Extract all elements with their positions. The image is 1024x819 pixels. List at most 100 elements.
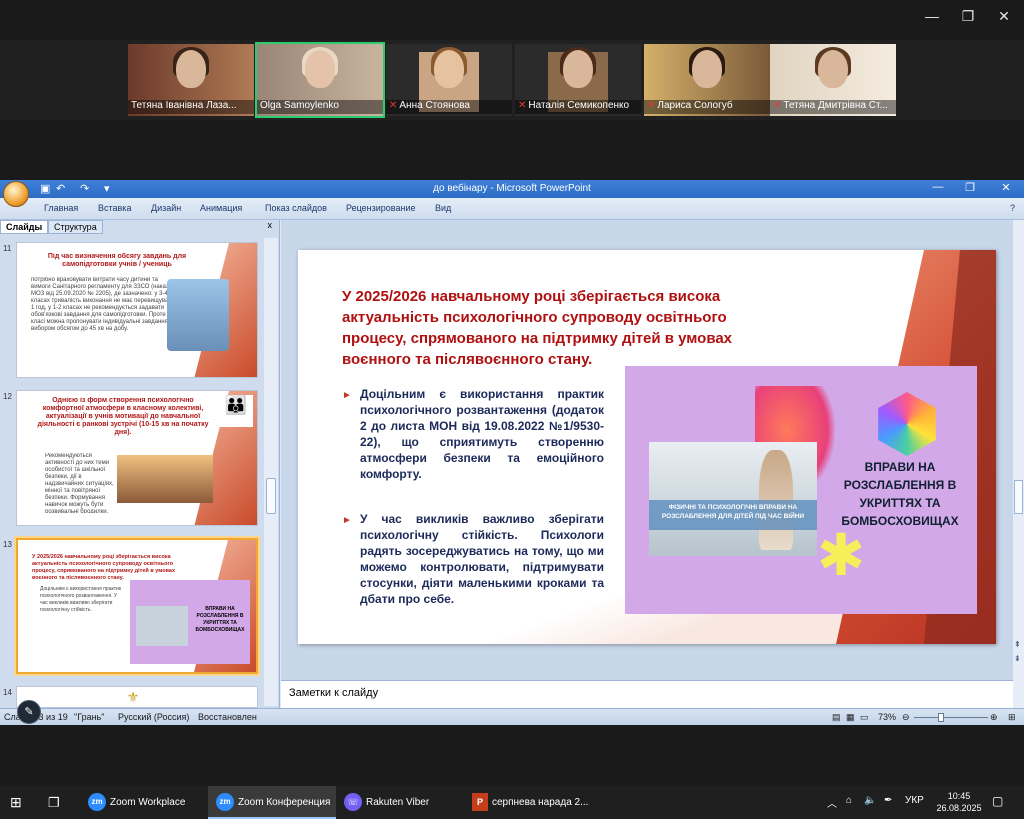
thumbnail-image [117, 455, 213, 503]
keyboard-language[interactable]: УКР [905, 795, 924, 806]
image-caption: ФІЗИЧНІ ТА ПСИХОЛОГІЧНІ ВПРАВИ НА РОЗСЛА… [649, 500, 817, 530]
zoom-in-icon[interactable]: ⊕ [990, 712, 998, 723]
slide-number: 11 [3, 244, 12, 253]
scroll-thumb[interactable] [266, 478, 276, 514]
network-icon[interactable]: ⌂ [846, 795, 852, 806]
viber-icon: ☏ [344, 793, 362, 812]
minimize-button[interactable]: — [928, 181, 948, 197]
participant-tile[interactable]: ✕ Анна Стоянова [386, 44, 512, 116]
photo: ФІЗИЧНІ ТА ПСИХОЛОГІЧНІ ВПРАВИ НА РОЗСЛА… [649, 442, 817, 556]
scroll-thumb[interactable] [1014, 480, 1023, 514]
ppt-title-bar: ▣ ↶ ↷ ▾ до вебінару - Microsoft PowerPoi… [0, 180, 1024, 207]
zoom-out-icon[interactable]: ⊖ [902, 712, 910, 723]
clock[interactable]: 10:45 26.08.2025 [935, 790, 983, 814]
participant-tile-active[interactable]: Olga Samoylenko [255, 42, 385, 118]
recovery-status: Восстановлен [198, 712, 257, 722]
view-sorter-icon[interactable]: ▦ [846, 712, 855, 723]
notes-placeholder: Заметки к слайду [289, 687, 379, 699]
tab-design[interactable]: Дизайн [151, 203, 181, 213]
avatar [692, 50, 722, 88]
muted-mic-icon: ✕ [518, 100, 527, 111]
slides-scrollbar[interactable] [264, 238, 278, 706]
next-slide-icon[interactable]: ⇟ [1014, 654, 1021, 663]
slide-thumbnail-current[interactable]: У 2025/2026 навчальному році зберігаєтьс… [16, 538, 258, 674]
tab-slideshow[interactable]: Показ слайдов [265, 203, 327, 213]
language-indicator[interactable]: Русский (Россия) [118, 712, 189, 722]
slide-bullet-1[interactable]: Доцільним є використання практик психоло… [360, 386, 604, 482]
zoom-slider-thumb[interactable] [938, 713, 944, 722]
editor-scrollbar[interactable]: ⇞ ⇟ [1013, 220, 1024, 708]
participant-tile[interactable]: Тетяна Іванівна Лаза... [128, 44, 254, 116]
task-view-icon[interactable]: ❐ [48, 786, 68, 819]
slide-thumbnail[interactable]: Під час визначення обсягу завдань для са… [16, 242, 258, 378]
help-icon[interactable]: ? [1010, 203, 1015, 213]
participant-tile[interactable]: ✕ Тетяна Дмитрівна Ст... [770, 44, 896, 116]
star-flower-icon: ✱ [816, 523, 866, 588]
participant-name-row: ✕ Наталія Семикопенко [515, 100, 641, 114]
participant-name: Olga Samoylenko [257, 100, 383, 114]
image-title: ВПРАВИ НА РОЗСЛАБЛЕННЯ В УКРИТТЯХ ТА БОМ… [841, 460, 959, 528]
slide-number: 14 [3, 688, 12, 697]
slide-thumbnail[interactable]: ⚜ [16, 686, 258, 708]
zoom-level[interactable]: 73% [878, 712, 896, 722]
current-slide: У 2025/2026 навчальному році зберігаєтьс… [298, 250, 996, 644]
avatar [305, 50, 335, 88]
tab-home[interactable]: Главная [44, 203, 78, 213]
participant-tile[interactable]: ✕ Лариса Сологуб [644, 44, 770, 116]
powerpoint-window: ▣ ↶ ↷ ▾ до вебінару - Microsoft PowerPoi… [0, 180, 1024, 725]
view-slideshow-icon[interactable]: ▭ [860, 712, 869, 723]
taskbar-app-viber[interactable]: ☏ Rakuten Viber [338, 786, 462, 819]
chevron-up-icon[interactable]: ︿ [827, 795, 837, 810]
close-pane-icon[interactable]: x [268, 220, 273, 230]
restore-button[interactable]: ❐ [954, 6, 982, 26]
slide-title[interactable]: У 2025/2026 навчальному році зберігаєтьс… [342, 286, 782, 370]
participant-name-row: ✕ Анна Стоянова [386, 100, 512, 114]
zoom-app-icon: zm [216, 793, 234, 812]
tab-outline[interactable]: Структура [48, 220, 103, 234]
bullet-icon: ► [342, 390, 352, 401]
taskbar-app-zoom-workplace[interactable]: zm Zoom Workplace [82, 786, 204, 819]
pane-tabs: Слайды Структура x [0, 220, 280, 234]
people-icon: 👪 [219, 395, 253, 427]
thumbnail-image: ВПРАВИ НА РОЗСЛАБЛЕННЯ В УКРИТТЯХ ТА БОМ… [130, 580, 250, 664]
taskbar-app-zoom-meeting[interactable]: zm Zoom Конференция [208, 786, 336, 819]
start-windows-icon[interactable]: ⊞ [10, 786, 30, 819]
notification-icon[interactable]: ▢ [992, 794, 1003, 808]
slide-image[interactable]: ФІЗИЧНІ ТА ПСИХОЛОГІЧНІ ВПРАВИ НА РОЗСЛА… [625, 366, 977, 614]
slides-pane: Слайды Структура x 11 Під час визначення… [0, 220, 280, 708]
avatar [818, 50, 848, 88]
office-button[interactable] [3, 181, 29, 207]
window-title: до вебінару - Microsoft PowerPoint [433, 183, 591, 194]
slide-number: 12 [3, 392, 12, 401]
view-normal-icon[interactable]: ▤ [832, 712, 841, 723]
volume-icon[interactable]: 🔈 [864, 795, 876, 806]
prev-slide-icon[interactable]: ⇞ [1014, 640, 1021, 649]
minimize-button[interactable]: — [918, 6, 946, 26]
slide-thumbnail[interactable]: Однією із форм створення психологічно ко… [16, 390, 258, 526]
annotate-pen-icon[interactable]: ✎ [17, 700, 41, 724]
notes-pane[interactable]: Заметки к слайду [281, 680, 1013, 708]
participant-name: Тетяна Іванівна Лаза... [128, 100, 254, 114]
restore-button[interactable]: ❐ [960, 181, 980, 197]
fit-to-window-icon[interactable]: ⊞ [1008, 712, 1016, 723]
zoom-slider[interactable] [914, 717, 988, 718]
tab-view[interactable]: Вид [435, 203, 451, 213]
muted-mic-icon: ✕ [773, 100, 782, 111]
taskbar-app-powerpoint[interactable]: Pсерпнева нарада 2... [466, 786, 590, 819]
tab-slides[interactable]: Слайды [0, 220, 49, 234]
participant-name-row: ✕ Лариса Сологуб [644, 100, 770, 114]
tab-review[interactable]: Рецензирование [346, 203, 416, 213]
tab-insert[interactable]: Вставка [98, 203, 131, 213]
slide-editor: У 2025/2026 навчальному році зберігаєтьс… [281, 220, 1013, 680]
participant-gallery: Тетяна Іванівна Лаза... Olga Samoylenko … [0, 40, 1024, 120]
close-button[interactable]: ✕ [996, 181, 1016, 197]
participant-tile[interactable]: ✕ Наталія Семикопенко [515, 44, 641, 116]
muted-mic-icon: ✕ [647, 100, 656, 111]
ribbon-tabs: Главная Вставка Дизайн Анимация Показ сл… [0, 198, 1024, 220]
theme-name: "Грань" [74, 712, 105, 722]
avatar [563, 50, 593, 88]
pen-icon[interactable]: ✒ [884, 795, 892, 806]
tab-animation[interactable]: Анимация [200, 203, 242, 213]
close-button[interactable]: ✕ [990, 6, 1018, 26]
slide-bullet-2[interactable]: У час викликів важливо зберігати психоло… [360, 511, 604, 607]
